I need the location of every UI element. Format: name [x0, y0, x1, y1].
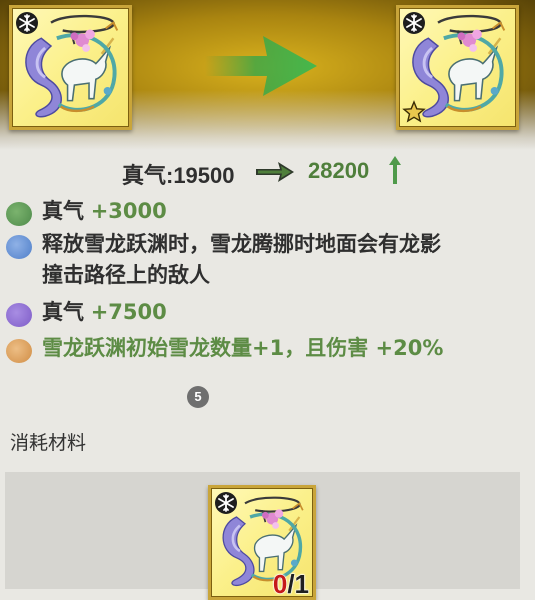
stat-change: 真气:19500 28200 [0, 152, 535, 188]
effect-value: +7500 [90, 300, 167, 324]
effect-row: 释放雪龙跃渊时，雪龙腾挪时地面会有龙影 撞击路径上的敌人 [6, 229, 526, 291]
effect-dot-icon [6, 303, 32, 327]
material-count: 0/1 [272, 569, 309, 600]
material-have: 0 [272, 569, 288, 600]
stat-current: 真气:19500 [122, 163, 235, 188]
material-slot[interactable]: 0/1 [208, 485, 316, 600]
materials-title: 消耗材料 [10, 432, 87, 454]
stat-new-value: 28200 [308, 158, 370, 183]
green-arrow-icon [205, 36, 317, 96]
star-icon [402, 100, 426, 123]
upgraded-relic-card[interactable] [396, 5, 519, 130]
snowflake-icon [15, 11, 39, 35]
material-need: /1 [287, 569, 309, 600]
small-arrow-icon [256, 162, 294, 182]
materials-panel: 0/1 [5, 472, 520, 600]
effect-desc-line1: 释放雪龙跃渊时，雪龙腾挪时地面会有龙影 [42, 232, 441, 256]
effect-row: 雪龙跃渊初始雪龙数量+1，且伤害 +20% [6, 333, 526, 364]
effect-value: +3000 [90, 199, 167, 223]
up-arrow-icon [389, 156, 401, 184]
effect-row: 真气 +7500 [6, 297, 526, 328]
effect-desc-line2: 撞击路径上的敌人 [42, 263, 210, 287]
effect-dot-icon [6, 235, 32, 259]
effect-dot-icon [6, 339, 32, 363]
snowflake-icon [214, 491, 238, 515]
effect-dot-icon [6, 202, 32, 226]
snowflake-icon [402, 11, 426, 35]
effect-row: 真气 +3000 [6, 196, 526, 227]
effect-title: 真气 [42, 199, 84, 223]
effect-desc: 雪龙跃渊初始雪龙数量+1，且伤害 +20% [42, 336, 444, 360]
current-relic-card[interactable] [9, 5, 132, 130]
effect-title: 真气 [42, 300, 84, 324]
page-badge[interactable]: 5 [187, 386, 209, 408]
